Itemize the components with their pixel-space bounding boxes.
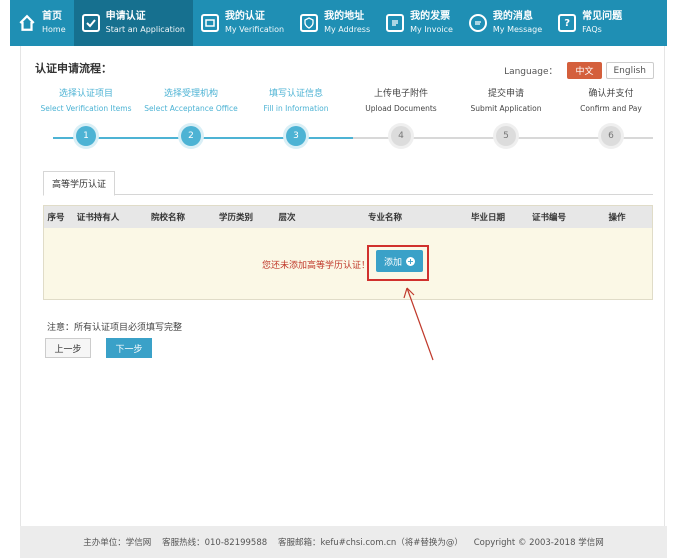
- nav-label-zh: 首页: [42, 10, 62, 22]
- column-header: 学历类别: [218, 213, 253, 223]
- language-switcher: Language： 中文 English: [504, 62, 654, 79]
- invoice-icon: [386, 14, 405, 32]
- page-title: 认证申请流程：: [35, 62, 112, 75]
- nav-label-zh: 我的消息: [492, 10, 533, 22]
- empty-message: 您还未添加高等学历认证！: [262, 261, 371, 271]
- step-1: 选择认证项目 Select Verification Items 1: [31, 88, 141, 146]
- nav-label-zh: 我的发票: [410, 10, 451, 22]
- step-label-en: Fill in Information: [263, 104, 329, 113]
- step-4: 上传电子附件 Upload Documents 4: [346, 88, 456, 146]
- step-6: 确认并支付 Confirm and Pay 6: [556, 88, 666, 146]
- step-label-zh: 上传电子附件: [373, 89, 428, 99]
- step-label-zh: 提交申请: [487, 89, 524, 99]
- column-header: 证书持有人: [76, 213, 120, 223]
- step-label-zh: 选择认证项目: [58, 89, 113, 99]
- nav-item-my-message[interactable]: 我的消息 My Message: [461, 0, 550, 46]
- nav-item-start-application[interactable]: 申请认证 Start an Application: [73, 0, 193, 46]
- nav-item-my-verification[interactable]: 我的认证 My Verification: [193, 0, 292, 46]
- tab-bar: 高等学历认证: [43, 171, 653, 196]
- step-label-en: Select Verification Items: [40, 104, 132, 113]
- step-5: 提交申请 Submit Application 5: [451, 88, 561, 146]
- check-icon: [81, 14, 100, 32]
- step-number: 2: [181, 126, 201, 146]
- footer-text: 主办单位：学信网 客服热线：010-82199588 客服邮箱：kefu#chs…: [83, 538, 604, 548]
- table-header: 序号 证书持有人 院校名称 学历类别 层次 专业名称 毕业日期 证书编号 操作: [44, 206, 652, 228]
- message-icon: [468, 14, 487, 32]
- nav-label-zh: 常见问题: [582, 10, 623, 22]
- step-number: 6: [601, 126, 621, 146]
- shield-icon: [300, 14, 319, 32]
- nav-item-faqs[interactable]: ? 常见问题 FAQs: [550, 0, 630, 46]
- next-step-button[interactable]: 下一步: [106, 338, 152, 358]
- previous-step-button[interactable]: 上一步: [45, 338, 91, 358]
- nav-label-zh: 我的认证: [224, 10, 265, 22]
- language-zh-button[interactable]: 中文: [567, 62, 602, 79]
- step-label-zh: 填写认证信息: [268, 89, 323, 99]
- column-header: 专业名称: [367, 213, 402, 223]
- annotation-arrow: [403, 287, 434, 361]
- column-header: 操作: [608, 213, 626, 223]
- language-en-button[interactable]: English: [605, 62, 654, 79]
- step-number: 3: [286, 126, 306, 146]
- nav-label-en: My Invoice: [410, 24, 453, 34]
- nav-label-en: FAQs: [582, 24, 602, 34]
- column-header: 毕业日期: [470, 213, 505, 223]
- step-number: 5: [496, 126, 516, 146]
- footer: 主办单位：学信网 客服热线：010-82199588 客服邮箱：kefu#chs…: [20, 526, 667, 558]
- step-label-en: Upload Documents: [365, 104, 437, 113]
- step-number: 4: [391, 126, 411, 146]
- step-line-done: [53, 137, 353, 139]
- column-header: 院校名称: [150, 213, 185, 223]
- step-label-zh: 选择受理机构: [163, 89, 218, 99]
- nav-label-en: My Address: [324, 24, 371, 34]
- nav-label-en: My Verification: [224, 24, 285, 34]
- nav-label-en: My Message: [492, 24, 543, 34]
- nav-item-my-invoice[interactable]: 我的发票 My Invoice: [378, 0, 461, 46]
- notice-text: 注意：所有认证项目必须填写完整: [47, 323, 183, 333]
- nav-label-en: Home: [42, 24, 66, 34]
- nav-label-zh: 申请认证: [105, 10, 146, 22]
- step-label-en: Select Acceptance Office: [144, 104, 238, 113]
- table-body: 您还未添加高等学历认证！ 添加 +: [44, 228, 652, 299]
- main-panel: 认证申请流程： Language： 中文 English 选择认证项目 Sele…: [20, 46, 665, 526]
- column-header: 层次: [278, 213, 296, 223]
- step-label-en: Confirm and Pay: [580, 104, 642, 113]
- step-3: 填写认证信息 Fill in Information 3: [241, 88, 351, 146]
- tab-higher-education[interactable]: 高等学历认证: [43, 171, 116, 196]
- column-header: 证书编号: [531, 213, 566, 223]
- nav-label-zh: 我的地址: [324, 10, 365, 22]
- top-nav: 首页 Home 申请认证 Start an Application 我的认证 M…: [10, 0, 667, 46]
- records-table: 序号 证书持有人 院校名称 学历类别 层次 专业名称 毕业日期 证书编号 操作 …: [43, 205, 653, 300]
- nav-label-en: Start an Application: [105, 24, 185, 34]
- nav-item-my-address[interactable]: 我的地址 My Address: [292, 0, 378, 46]
- step-label-en: Submit Application: [470, 104, 542, 113]
- nav-item-home[interactable]: 首页 Home: [10, 0, 74, 46]
- highlight-box: [367, 245, 429, 281]
- step-2: 选择受理机构 Select Acceptance Office 2: [136, 88, 246, 146]
- step-label-zh: 确认并支付: [588, 89, 634, 99]
- step-number: 1: [76, 126, 96, 146]
- home-icon: [18, 14, 36, 32]
- language-label: Language：: [504, 67, 558, 77]
- progress-steps: 选择认证项目 Select Verification Items 1 选择受理机…: [21, 88, 666, 158]
- certificate-icon: [200, 14, 219, 32]
- column-header: 序号: [47, 213, 65, 223]
- question-icon: ?: [558, 14, 577, 32]
